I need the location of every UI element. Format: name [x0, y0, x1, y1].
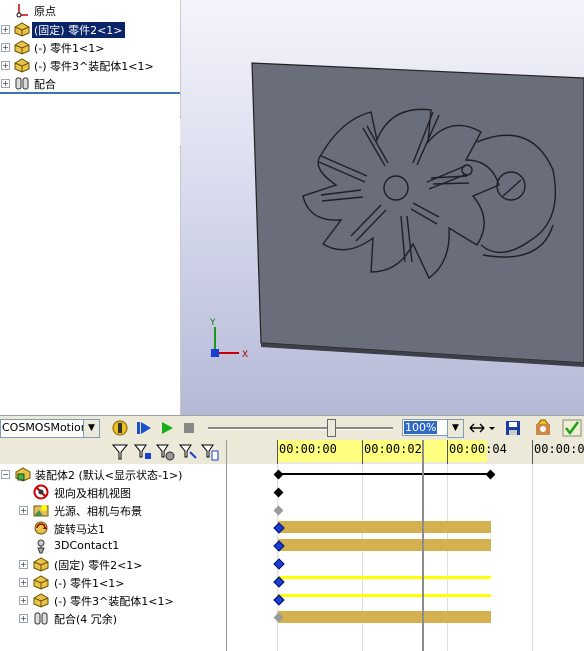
rotary-motor-icon: [32, 520, 50, 536]
timeline-tick-label: 00:00:00: [279, 442, 337, 456]
mm-item-contact[interactable]: 3DContact1: [0, 537, 226, 555]
tree-item-label: 配合: [34, 78, 56, 91]
zoom-input[interactable]: 100%: [402, 419, 448, 436]
playback-mode-icon[interactable]: [467, 418, 487, 438]
timeline-tick: [277, 440, 278, 464]
motion-manager-filter-bar: [0, 440, 227, 464]
expand-icon[interactable]: +: [1, 79, 10, 88]
keyframe[interactable]: [485, 469, 496, 480]
timeline-tick: [447, 440, 448, 464]
mm-item-assembly[interactable]: − 装配体2 (默认<显示状态-1>): [0, 465, 226, 483]
keyframe[interactable]: [273, 469, 284, 480]
tree-item-label: (-) 零件1<1>: [34, 42, 105, 55]
motion-toolbar: COSMOSMotion ▼ 100% ▼: [0, 415, 584, 441]
tree-item-label: (固定) 零件2<1>: [32, 22, 125, 38]
chevron-down-icon[interactable]: ▼: [83, 420, 99, 437]
tree-item-mates[interactable]: + 配合: [0, 74, 180, 92]
timeline-gridline: [532, 464, 533, 651]
expand-icon[interactable]: +: [19, 578, 28, 587]
filter-icon[interactable]: [110, 442, 130, 462]
timeline-tick: [532, 440, 533, 464]
part-icon: [13, 39, 31, 55]
mm-item-part2[interactable]: + (固定) 零件2<1>: [0, 555, 226, 573]
tree-item-origin[interactable]: 原点: [0, 1, 180, 19]
mm-item-part1[interactable]: + (-) 零件1<1>: [0, 573, 226, 591]
filter-driving-icon[interactable]: [155, 442, 175, 462]
tree-item-label: (-) 零件3^装配体1<1>: [34, 60, 154, 73]
timeline-ruler[interactable]: 00:00:00 00:00:02 00:00:04 00:00:06: [227, 440, 584, 464]
mm-item-mates[interactable]: + 配合(4 冗余): [0, 609, 226, 627]
tree-item-label: 原点: [34, 5, 56, 18]
axis-triad: Y X: [209, 318, 248, 360]
expand-icon[interactable]: +: [19, 560, 28, 569]
calculate-icon[interactable]: [110, 418, 130, 438]
tree-item-part1[interactable]: + (-) 零件1<1>: [0, 38, 180, 56]
model-view: Y X: [209, 62, 584, 367]
expand-icon[interactable]: +: [1, 43, 10, 52]
keyframe[interactable]: [273, 487, 284, 498]
lights-scene-icon: [32, 502, 50, 518]
graphics-viewport[interactable]: Y X: [181, 0, 584, 415]
view-camera-icon: [32, 484, 50, 500]
motor-timeline-bar[interactable]: [278, 521, 491, 533]
contact-timeline-bar[interactable]: [278, 539, 491, 551]
part-icon: [32, 592, 50, 608]
expand-icon[interactable]: +: [1, 61, 10, 70]
expand-icon[interactable]: +: [1, 25, 10, 34]
mates-icon: [32, 610, 50, 626]
mates-icon: [13, 75, 31, 91]
chevron-down-icon[interactable]: ▼: [447, 419, 464, 438]
keyframe[interactable]: [273, 505, 284, 516]
expand-icon[interactable]: +: [19, 596, 28, 605]
tree-item-part2[interactable]: + (固定) 零件2<1>: [0, 20, 180, 38]
study-type-select[interactable]: COSMOSMotion ▼: [0, 419, 100, 438]
collapse-icon[interactable]: −: [1, 470, 10, 479]
part-icon: [13, 57, 31, 73]
stop-icon[interactable]: [179, 418, 199, 438]
timeline-panel[interactable]: 00:00:00 00:00:02 00:00:04 00:00:06: [227, 440, 584, 651]
mm-item-part3[interactable]: + (-) 零件3^装配体1<1>: [0, 591, 226, 609]
timeline-assembly-line: [278, 473, 490, 475]
timeline-tick-label: 00:00:06: [534, 442, 584, 456]
mm-item-rotary-motor[interactable]: 旋转马达1: [0, 519, 226, 537]
sort-icon[interactable]: [200, 442, 220, 462]
animation-wizard-icon[interactable]: [533, 418, 553, 438]
timeline-tick: [362, 440, 363, 464]
check-icon[interactable]: [562, 418, 582, 438]
tree-divider: [0, 92, 180, 94]
part1-timeline-line[interactable]: [278, 576, 491, 579]
filter-selected-icon[interactable]: [178, 442, 198, 462]
playback-speed-slider[interactable]: [208, 427, 393, 430]
part-icon: [32, 556, 50, 572]
keyframe[interactable]: [273, 558, 285, 570]
play-icon[interactable]: [157, 418, 177, 438]
slider-thumb[interactable]: [327, 419, 336, 437]
origin-icon: [13, 2, 31, 18]
play-from-start-icon[interactable]: [134, 418, 154, 438]
expand-icon[interactable]: +: [19, 614, 28, 623]
tree-item-part3[interactable]: + (-) 零件3^装配体1<1>: [0, 56, 180, 74]
save-animation-icon[interactable]: [503, 418, 523, 438]
svg-text:Y: Y: [209, 318, 216, 328]
mm-item-lights[interactable]: + 光源、相机与布景: [0, 501, 226, 519]
motion-manager-tree: − 装配体2 (默认<显示状态-1>) 视向及相机视图 + 光源、相机与布景 旋…: [0, 464, 227, 651]
timeline-tick-label: 00:00:04: [449, 442, 507, 456]
timeline-tick-label: 00:00:02: [364, 442, 422, 456]
mates-timeline-bar[interactable]: [278, 611, 491, 623]
part-icon: [13, 21, 31, 37]
timeline-playhead[interactable]: [422, 440, 424, 651]
filter-animated-icon[interactable]: [133, 442, 153, 462]
svg-text:X: X: [242, 350, 248, 360]
mm-item-view-camera[interactable]: 视向及相机视图: [0, 483, 226, 501]
assembly-icon: [14, 466, 32, 482]
feature-manager-tree: 原点 + (固定) 零件2<1> + (-) 零件1<1> + (-) 零件3^…: [0, 0, 181, 415]
expand-icon[interactable]: +: [19, 506, 28, 515]
part-icon: [32, 574, 50, 590]
part3-timeline-line[interactable]: [278, 594, 491, 597]
contact-icon: [32, 538, 50, 554]
